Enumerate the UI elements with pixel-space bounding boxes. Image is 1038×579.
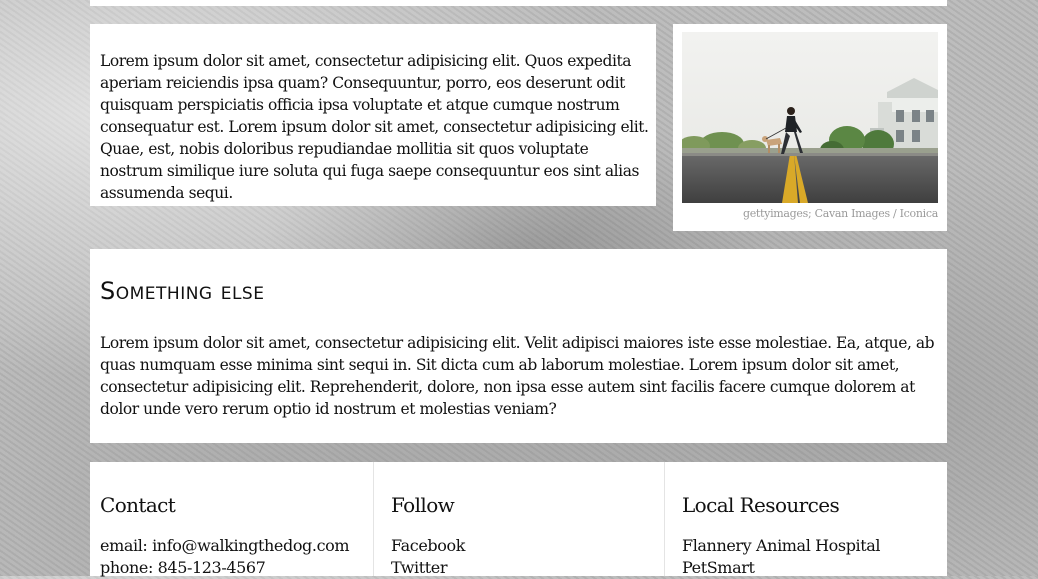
footer-resources-column: Local Resources Flannery Animal Hospital… <box>664 462 948 579</box>
contact-heading: Contact <box>100 493 176 517</box>
facebook-link[interactable]: Facebook <box>391 536 465 555</box>
section-paragraph: Lorem ipsum dolor sit amet, consectetur … <box>100 334 935 418</box>
contact-phone-text: phone: 845-123-4567 <box>100 558 266 577</box>
contact-email-text[interactable]: email: info@walkingthedog.com <box>100 536 350 555</box>
intro-paragraph: Lorem ipsum dolor sit amet, consectetur … <box>100 52 649 202</box>
top-panel-edge <box>90 0 947 6</box>
twitter-link[interactable]: Twitter <box>391 558 447 577</box>
follow-list: Facebook Twitter <box>391 535 465 579</box>
dog-walking-photo <box>682 32 938 203</box>
footer: Contact email: info@walkingthedog.com ph… <box>90 462 948 579</box>
footer-follow-column: Follow Facebook Twitter <box>373 462 664 579</box>
intro-panel: Lorem ipsum dolor sit amet, consectetur … <box>90 24 656 206</box>
resources-heading: Local Resources <box>682 493 840 517</box>
resources-list: Flannery Animal Hospital PetSmart <box>682 535 881 579</box>
footer-contact-column: Contact email: info@walkingthedog.com ph… <box>90 462 372 579</box>
contact-list: email: info@walkingthedog.com phone: 845… <box>100 535 350 579</box>
resource-item: Flannery Animal Hospital <box>682 535 881 557</box>
follow-item: Facebook <box>391 535 465 557</box>
something-else-section: Something else Lorem ipsum dolor sit ame… <box>90 249 947 443</box>
photo-caption: gettyimages; Cavan Images / Iconica <box>742 207 938 220</box>
contact-email[interactable]: email: info@walkingthedog.com <box>100 535 350 557</box>
flannery-animal-hospital-link[interactable]: Flannery Animal Hospital <box>682 536 881 555</box>
section-title: Something else <box>100 277 265 305</box>
follow-heading: Follow <box>391 493 455 517</box>
photo-panel: gettyimages; Cavan Images / Iconica <box>673 24 947 231</box>
petsmart-link[interactable]: PetSmart <box>682 558 755 577</box>
